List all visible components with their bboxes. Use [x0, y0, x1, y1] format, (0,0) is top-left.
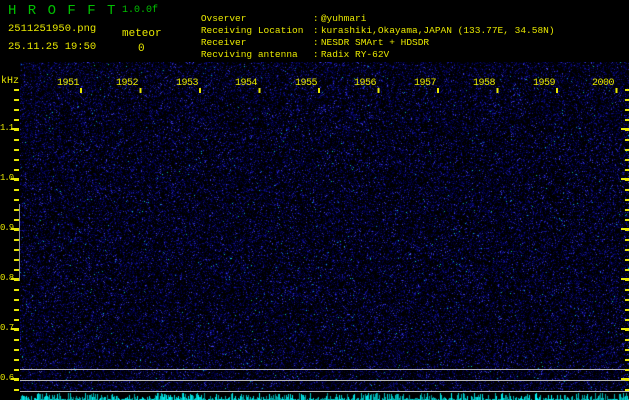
- freq-tick-label: 0.8: [0, 273, 14, 283]
- info-colon: :: [312, 49, 319, 60]
- app-version: 1.0.0f: [122, 5, 159, 16]
- time-tick-label: 1957: [414, 78, 437, 89]
- freq-tick-label: 0.7: [0, 323, 14, 333]
- signal-level-strip-canvas: [20, 392, 629, 400]
- freq-major-tick: [621, 228, 629, 230]
- freq-minor-ticks-right: [625, 89, 629, 391]
- reference-line-middle: [20, 380, 629, 381]
- info-row-antenna: Recviving antenna: Radix RY-62V: [178, 38, 389, 71]
- freq-tick-label: 1.0: [0, 173, 14, 183]
- time-tick-label: 2000: [592, 78, 615, 89]
- reference-line-lower: [20, 391, 629, 392]
- time-tick-label: 1953: [176, 78, 199, 89]
- time-tick-label: 1952: [116, 78, 139, 89]
- observation-datetime: 25.11.25 19:50: [8, 41, 97, 53]
- hrofft-window: H R O F F T 1.0.0f 2511251950.png meteor…: [0, 0, 629, 400]
- freq-major-tick: [621, 278, 629, 280]
- freq-axis-unit: kHz: [1, 76, 20, 87]
- time-tick-label: 1958: [473, 78, 496, 89]
- info-label: Recviving antenna: [200, 49, 298, 60]
- output-filename: 2511251950.png: [8, 23, 97, 35]
- info-value: Radix RY-62V: [320, 49, 390, 60]
- reference-line-upper: [20, 369, 629, 370]
- freq-tick-label: 1.1: [0, 123, 14, 133]
- freq-tick-label: 0.6: [0, 373, 14, 383]
- mode-label: meteor: [122, 28, 162, 40]
- app-title: H R O F F T: [8, 3, 117, 19]
- time-tick-label: 1954: [235, 78, 258, 89]
- time-tick-label: 1956: [354, 78, 377, 89]
- freq-tick-label: 0.9: [0, 223, 14, 233]
- freq-major-tick: [621, 378, 629, 380]
- time-tick-label: 1951: [57, 78, 80, 89]
- freq-major-tick: [621, 178, 629, 180]
- left-band-marker-line: [19, 204, 20, 281]
- freq-major-tick: [621, 328, 629, 330]
- meteor-echo-count: 0: [138, 43, 145, 55]
- time-tick-label: 1959: [533, 78, 556, 89]
- freq-minor-ticks-left: [14, 89, 19, 391]
- spectrogram-noise-canvas: [20, 62, 629, 392]
- freq-major-tick: [621, 128, 629, 130]
- time-tick-label: 1955: [295, 78, 318, 89]
